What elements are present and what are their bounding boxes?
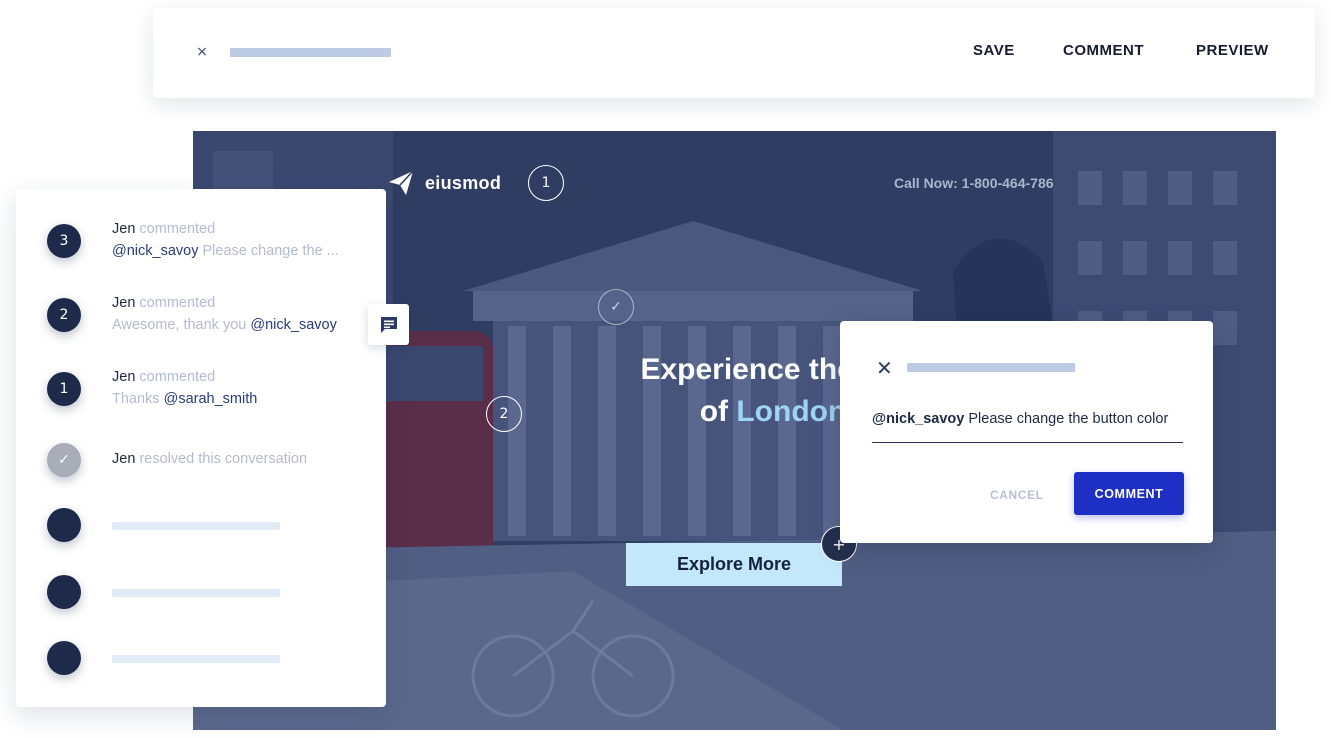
headline-prefix: of xyxy=(699,395,737,428)
comment-action: commented xyxy=(139,369,216,385)
comment-badge: 1 xyxy=(47,372,81,406)
comment-badge: 2 xyxy=(47,298,81,332)
comment-action: resolved this conversation xyxy=(139,451,308,467)
document-title-placeholder xyxy=(230,48,391,57)
comment-author: Jen xyxy=(112,295,136,311)
editor-toolbar: × SAVE COMMENT PREVIEW xyxy=(153,8,1315,98)
comment-meta: Jen resolved this conversation xyxy=(112,451,307,467)
comment-dialog: ✕ @nick_savoy Please change the button c… xyxy=(840,321,1213,543)
comment-badge: 3 xyxy=(47,224,81,258)
close-icon[interactable]: ✕ xyxy=(876,358,893,378)
brand-logo-text[interactable]: eiusmod xyxy=(425,173,501,194)
comment-meta: Jen commented xyxy=(112,295,215,311)
comment-marker-2[interactable]: 2 xyxy=(486,396,522,432)
save-button[interactable]: SAVE xyxy=(973,42,1015,59)
comment-badge xyxy=(47,575,81,609)
comment-body: @nick_savoy Please change the ... xyxy=(112,243,339,259)
skeleton-line xyxy=(112,522,280,530)
comment-input[interactable]: @nick_savoy Please change the button col… xyxy=(872,411,1183,443)
skeleton-line xyxy=(112,589,280,597)
skeleton-line xyxy=(112,655,280,663)
comment-meta: Jen commented xyxy=(112,221,215,237)
comment-body: Thanks @sarah_smith xyxy=(112,391,257,407)
comment-badge xyxy=(47,641,81,675)
comment-author: Jen xyxy=(112,451,136,467)
submit-comment-button[interactable]: COMMENT xyxy=(1074,472,1184,515)
resolved-marker-check-icon[interactable]: ✓ xyxy=(598,289,634,325)
call-now-text: Call Now: 1-800-464-786 xyxy=(894,175,1054,191)
preview-button[interactable]: PREVIEW xyxy=(1196,42,1269,59)
chat-bubble-icon xyxy=(380,316,397,333)
comments-toggle-button[interactable] xyxy=(368,304,409,345)
comment-action: commented xyxy=(139,221,216,237)
comment-author: Jen xyxy=(112,221,136,237)
comment-button[interactable]: COMMENT xyxy=(1063,42,1144,59)
explore-more-button[interactable]: Explore More xyxy=(626,543,842,586)
close-icon[interactable]: × xyxy=(194,44,210,60)
mention: @nick_savoy xyxy=(872,411,965,427)
comment-text: Please change the ... xyxy=(198,243,339,259)
comment-action: commented xyxy=(139,295,216,311)
dialog-title-placeholder xyxy=(907,363,1075,372)
comment-input-text: Please change the button color xyxy=(964,411,1169,427)
comments-panel: 3 Jen commented @nick_savoy Please chang… xyxy=(16,189,386,707)
comment-text: Thanks xyxy=(112,391,164,407)
comment-author: Jen xyxy=(112,369,136,385)
comment-meta: Jen commented xyxy=(112,369,215,385)
cancel-button[interactable]: CANCEL xyxy=(990,488,1044,502)
comment-badge xyxy=(47,508,81,542)
mention[interactable]: @nick_savoy xyxy=(112,243,198,259)
headline-highlight: London xyxy=(736,395,847,428)
comment-body: Awesome, thank you @nick_savoy xyxy=(112,317,337,333)
paper-plane-icon xyxy=(389,170,414,195)
resolved-check-icon: ✓ xyxy=(47,443,81,477)
comment-marker-1[interactable]: 1 xyxy=(528,165,564,201)
comment-text: Awesome, thank you xyxy=(112,317,251,333)
mention[interactable]: @nick_savoy xyxy=(250,317,336,333)
mention[interactable]: @sarah_smith xyxy=(164,391,258,407)
